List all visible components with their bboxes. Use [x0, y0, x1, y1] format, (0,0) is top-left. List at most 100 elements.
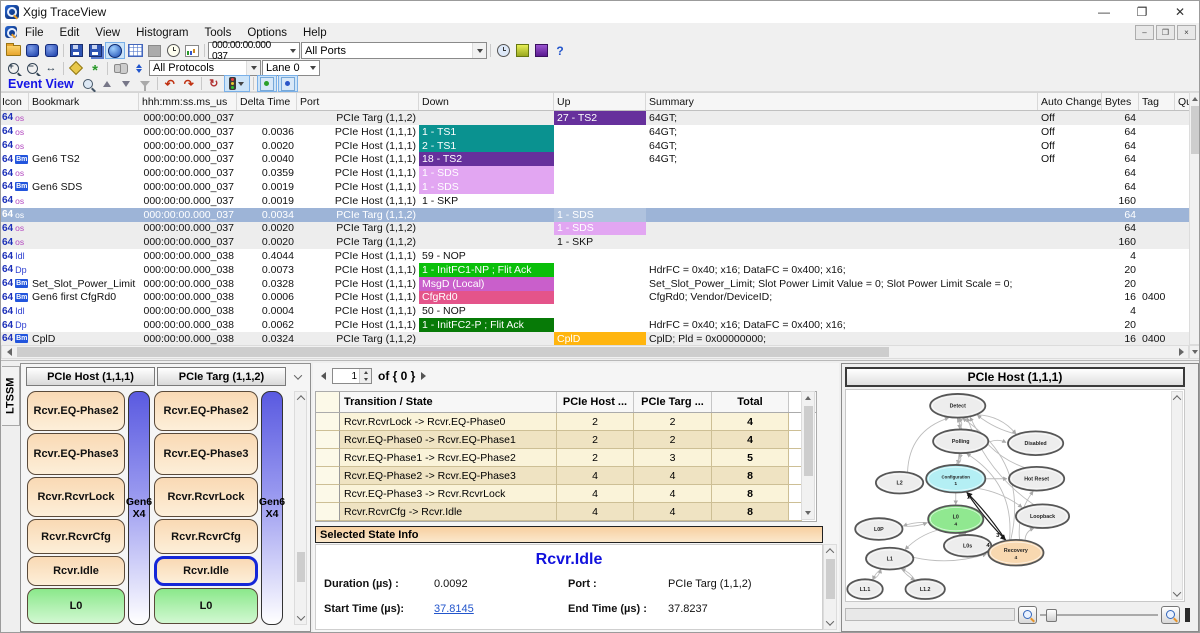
help-button[interactable] [551, 43, 569, 58]
diagram-vscrollbar[interactable] [1171, 391, 1183, 600]
menu-item-histogram[interactable]: Histogram [128, 27, 196, 39]
column-header-icon[interactable]: Icon [1, 93, 29, 110]
protocol-map-button[interactable] [532, 43, 550, 58]
transition-row[interactable]: Rcvr.RcvrCfg -> Rcvr.Idle448 [316, 503, 816, 521]
filter-button[interactable] [136, 76, 154, 91]
column-header-bookmark[interactable]: Bookmark [29, 93, 139, 110]
col-transition-state[interactable]: Transition / State [340, 392, 557, 412]
ltssm-targ-header[interactable]: PCIe Targ (1,1,2) [157, 367, 286, 386]
prev-page-button[interactable] [321, 372, 326, 380]
page-spin-up[interactable] [360, 369, 371, 376]
zoom-in-button[interactable] [4, 61, 22, 76]
diagram-hscrollbar[interactable] [845, 608, 1015, 621]
column-header-down[interactable]: Down [419, 93, 554, 110]
grid-view-button[interactable] [126, 43, 144, 58]
column-header-qu[interactable]: Qu [1175, 93, 1189, 110]
transition-row[interactable]: Rcvr.EQ-Phase1 -> Rcvr.EQ-Phase2235 [316, 449, 816, 467]
menu-item-options[interactable]: Options [239, 27, 295, 39]
search-button[interactable] [111, 61, 129, 76]
menu-item-view[interactable]: View [87, 27, 128, 39]
trace-row[interactable]: 64os000:00:00.000_0370.0020PCIe Targ (1,… [1, 222, 1189, 236]
trace-row[interactable]: 64os000:00:00.000_0370.0020PCIe Targ (1,… [1, 235, 1189, 249]
ltssm-tab[interactable]: LTSSM [2, 366, 20, 426]
column-header-delta-time[interactable]: Delta Time [237, 93, 297, 110]
ltssm-node-l2[interactable]: L2 [876, 472, 923, 494]
marker-green-button[interactable] [257, 75, 277, 92]
trace-row[interactable]: 64BmSet_Slot_Power_Limit000:00:00.000_03… [1, 277, 1189, 291]
ltssm-node-disabled[interactable]: Disabled [1008, 431, 1063, 455]
trace-row[interactable]: 64Idl000:00:00.000_0380.0004PCIe Host (1… [1, 304, 1189, 318]
jump-forward-button[interactable] [180, 76, 198, 91]
port-select[interactable]: All Ports [301, 42, 487, 59]
ltssm-state-rcvr-rcvrlock[interactable]: Rcvr.RcvrLock [27, 477, 125, 517]
trace-row[interactable]: 64BmGen6 SDS000:00:00.000_0370.0019PCIe … [1, 180, 1189, 194]
mdi-restore-button[interactable]: ❐ [1156, 25, 1175, 40]
diagram-zoom-slider-thumb[interactable] [1046, 609, 1057, 622]
grid-vscroll-thumb[interactable] [1191, 106, 1199, 154]
mdi-close-button[interactable]: × [1177, 25, 1196, 40]
sort-button[interactable] [130, 61, 148, 76]
trace-row[interactable]: 64os000:00:00.000_0370.0019PCIe Host (1,… [1, 194, 1189, 208]
trace-row[interactable]: 64Dp000:00:00.000_0380.0073PCIe Host (1,… [1, 263, 1189, 277]
trace-row[interactable]: 64os000:00:00.000_0370.0036PCIe Host (1,… [1, 125, 1189, 139]
grid-vscroll-down[interactable] [1189, 345, 1200, 359]
close-button[interactable]: ✕ [1161, 1, 1199, 23]
ltssm-state-rcvr-eq-phase2[interactable]: Rcvr.EQ-Phase2 [154, 391, 258, 431]
ltssm-scrollbar[interactable] [294, 391, 307, 625]
minimize-button[interactable]: — [1085, 1, 1123, 23]
grid-vscroll-up[interactable] [1190, 93, 1200, 105]
ltssm-state-l0[interactable]: L0 [27, 588, 125, 624]
transition-row[interactable]: Rcvr.RcvrLock -> Rcvr.EQ-Phase0224 [316, 413, 816, 431]
zoom-fit-button[interactable] [42, 61, 60, 76]
decode-button[interactable] [86, 61, 104, 76]
ltssm-node-l0[interactable]: L04 [928, 505, 983, 533]
prev-event-button[interactable] [98, 76, 116, 91]
ltssm-state-rcvr-eq-phase3[interactable]: Rcvr.EQ-Phase3 [154, 433, 258, 475]
capture-button[interactable] [105, 42, 125, 59]
lane-select[interactable]: Lane 0 [262, 60, 320, 76]
grid-hscroll-right[interactable] [1174, 346, 1188, 358]
next-page-button[interactable] [421, 372, 426, 380]
diagram-zoom-out-button[interactable] [1018, 606, 1037, 624]
stop-button[interactable] [145, 43, 163, 58]
save-as-button[interactable] [42, 43, 60, 58]
trace-row[interactable]: 64Dp000:00:00.000_0380.0062PCIe Host (1,… [1, 318, 1189, 332]
jump-back-button[interactable] [161, 76, 179, 91]
column-header-hhh-mm-ss-ms-us[interactable]: hhh:mm:ss.ms_us [139, 93, 237, 110]
menu-item-edit[interactable]: Edit [52, 27, 88, 39]
col-pcie-host[interactable]: PCIe Host ... [557, 392, 634, 412]
transition-scrollbar[interactable] [801, 391, 815, 520]
ltssm-node-recovery[interactable]: Recovery4 [988, 540, 1043, 566]
grid-hscroll-left[interactable] [2, 346, 16, 358]
diagram-zoom-in-button[interactable] [1161, 606, 1180, 624]
column-header-tag[interactable]: Tag [1139, 93, 1175, 110]
ltssm-node-configuration[interactable]: Configuration1 [926, 465, 985, 493]
trigger-clock-button[interactable] [494, 43, 512, 58]
traffic-light-button[interactable] [224, 75, 250, 92]
ltssm-state-rcvr-rcvrlock[interactable]: Rcvr.RcvrLock [154, 477, 258, 517]
ltssm-state-rcvr-eq-phase2[interactable]: Rcvr.EQ-Phase2 [27, 391, 125, 431]
trace-row[interactable]: 64BmGen6 first CfgRd0000:00:00.000_0380.… [1, 291, 1189, 305]
ltssm-state-l0[interactable]: L0 [154, 588, 258, 624]
ltssm-node-hot-reset[interactable]: Hot Reset [1009, 467, 1064, 491]
trace-row[interactable]: 64os000:00:00.000_0370.0034PCIe Targ (1,… [1, 208, 1189, 222]
open-trace-button[interactable] [4, 43, 22, 58]
diagram-zoom-slider[interactable] [1040, 608, 1158, 621]
col-total[interactable]: Total [712, 392, 789, 412]
col-pcie-targ[interactable]: PCIe Targ ... [634, 392, 712, 412]
grid-hscrollbar[interactable] [1, 345, 1189, 359]
timer-button[interactable] [164, 43, 182, 58]
column-header-bytes[interactable]: Bytes [1102, 93, 1139, 110]
statistics-button[interactable] [183, 43, 201, 58]
bookmark-tag-button[interactable] [67, 61, 85, 76]
column-header-port[interactable]: Port [297, 93, 419, 110]
marker-blue-button[interactable] [278, 75, 298, 92]
column-header-auto-change[interactable]: Auto Change [1038, 93, 1102, 110]
column-header-summary[interactable]: Summary [646, 93, 1038, 110]
trace-row[interactable]: 64os000:00:00.000_0370.0359PCIe Host (1,… [1, 166, 1189, 180]
grid-vscrollbar[interactable] [1189, 92, 1200, 345]
page-spinner[interactable]: 1 [332, 368, 372, 384]
zoom-out-button[interactable] [23, 61, 41, 76]
trace-row[interactable]: 64BmGen6 TS2000:00:00.000_0370.0040PCIe … [1, 152, 1189, 166]
trace-row[interactable]: 64BmCplD000:00:00.000_0380.0324PCIe Targ… [1, 332, 1189, 346]
